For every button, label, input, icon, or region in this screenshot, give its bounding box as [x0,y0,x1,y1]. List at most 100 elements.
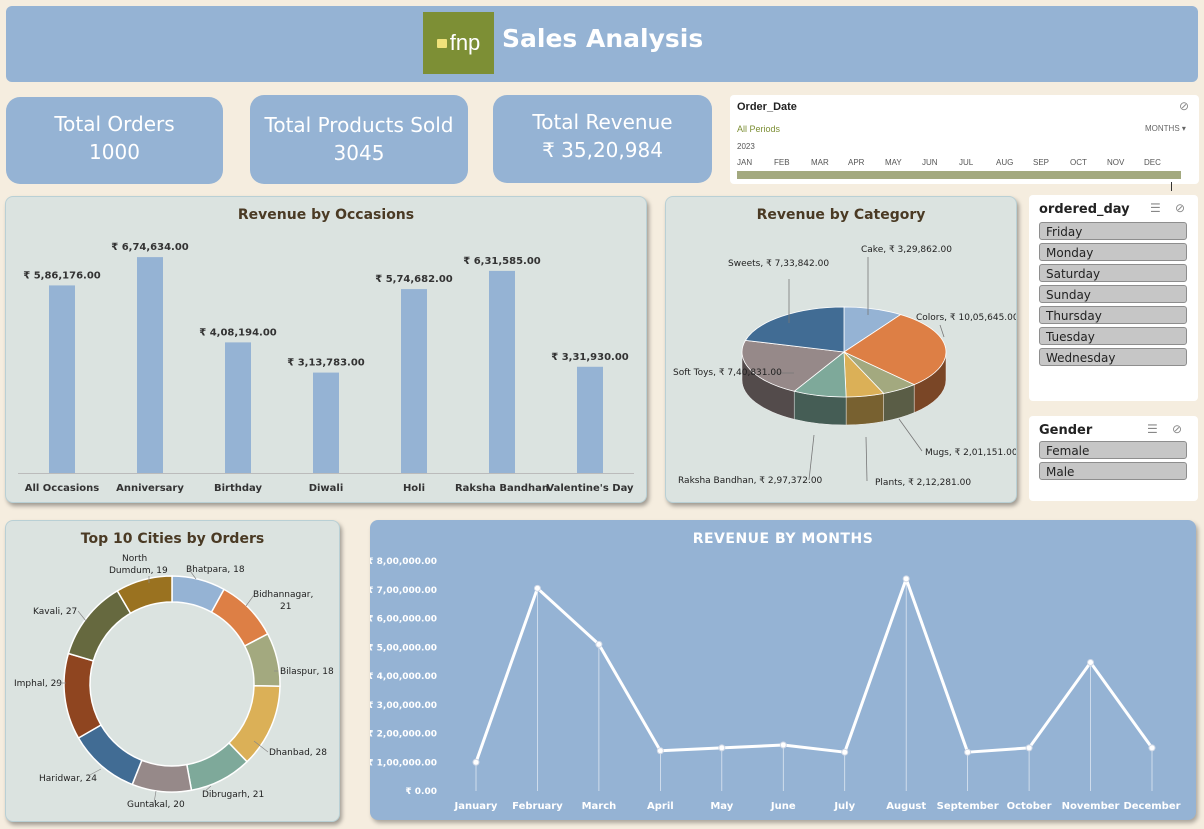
multi-select-icon[interactable]: ☰ [1147,422,1158,436]
timeline-month[interactable]: JUL [959,158,996,167]
data-label: ₹ 6,74,634.00 [111,242,189,253]
timeline-month[interactable]: APR [848,158,885,167]
data-label: Sweets, ₹ 7,33,842.00 [728,259,829,269]
data-point [595,640,603,648]
y-tick-label: ₹ 5,00,000.00 [370,643,437,653]
timeline-month[interactable]: OCT [1070,158,1107,167]
slicer-item-monday[interactable]: Monday [1039,243,1187,261]
timeline-month[interactable]: NOV [1107,158,1144,167]
data-point [1025,744,1033,752]
clear-filter-icon[interactable]: ⊘ [1172,422,1182,436]
category-chart-panel: Revenue by Category Cake, ₹ 3,29,862.00 C… [665,196,1017,503]
data-label: Kavali, 27 [33,607,77,617]
timeline-scroll-handle[interactable] [1171,182,1172,191]
data-label: Cake, ₹ 3,29,862.00 [861,245,952,255]
cities-donut-chart: Bhatpara, 18 Bidhannagar, 21 Bilaspur, 18 Dh… [14,554,334,810]
data-point [472,758,480,766]
data-label: North Dumdum, 19 [109,554,168,576]
clear-filter-icon[interactable]: ⊘ [1179,99,1189,113]
slicer-item-friday[interactable]: Friday [1039,222,1187,240]
timeline-months: JAN FEB MAR APR MAY JUN JUL AUG SEP OCT NOV DEC [737,158,1181,170]
kpi-label: Total Products Sold [264,113,454,137]
gift-icon [436,38,447,48]
slicer-item-saturday[interactable]: Saturday [1039,264,1187,282]
clear-filter-icon[interactable]: ⊘ [1175,201,1185,215]
slicer-title: Gender [1039,423,1093,438]
timeline-month[interactable]: FEB [774,158,811,167]
timeline-month[interactable]: MAR [811,158,848,167]
x-tick-label: November [1062,801,1120,812]
data-label: Guntakal, 20 [127,800,185,810]
multi-select-icon[interactable]: ☰ [1150,201,1161,215]
bar [401,289,427,473]
kpi-label: Total Orders [54,112,175,136]
x-tick-label: March [582,801,617,812]
order-date-timeline[interactable]: Order_Date ⊘ All Periods MONTHS ▾ 2023 J… [730,95,1199,191]
timeline-period: All Periods [737,124,781,134]
x-tick-label: February [512,801,563,812]
data-label: Colors, ₹ 10,05,645.00 [916,313,1016,323]
months-line-chart: ₹ 0.00 ₹ 1,00,000.00 ₹ 2,00,000.00 ₹ 3,00,0… [370,557,1181,812]
y-tick-label: ₹ 0.00 [405,787,437,797]
data-point [1148,744,1156,752]
timeline-month[interactable]: JAN [737,158,774,167]
slicer-item-tuesday[interactable]: Tuesday [1039,327,1187,345]
bar [577,366,603,473]
slicer-item-female[interactable]: Female [1039,441,1187,459]
leader-line [898,418,923,452]
data-label: Plants, ₹ 2,12,281.00 [875,478,971,488]
data-label: ₹ 6,31,585.00 [463,256,541,267]
leader-line [939,324,945,338]
fnp-logo: fnp [423,12,494,74]
kpi-total-orders: Total Orders 1000 [6,97,223,184]
slicer-item-sunday[interactable]: Sunday [1039,285,1187,303]
kpi-total-revenue: Total Revenue ₹ 35,20,984 [493,95,712,183]
data-label: Raksha Bandhan, ₹ 2,97,372.00 [678,476,823,486]
x-tick-label: Valentine's Day [546,483,634,494]
occasions-bar-chart: ₹ 5,86,176.00 All Occasions ₹ 6,74,634.00 A… [18,242,634,494]
timeline-level-dropdown[interactable]: MONTHS ▾ [1145,124,1186,133]
series-line [474,577,1154,763]
data-label: Dhanbad, 28 [269,748,327,758]
x-tick-label: September [937,801,999,812]
slicer-item-wednesday[interactable]: Wednesday [1039,348,1187,366]
data-label: Imphal, 29 [14,679,62,689]
ordered-day-slicer: ordered_day ☰ ⊘ Friday Monday Saturday Sund… [1029,195,1198,401]
kpi-value: 1000 [89,140,140,164]
kpi-total-products: Total Products Sold 3045 [250,95,468,184]
x-tick-label: April [647,801,674,812]
slicer-title: ordered_day [1039,202,1130,217]
timeline-bar[interactable] [737,171,1181,179]
timeline-month[interactable]: MAY [885,158,922,167]
slicer-item-thursday[interactable]: Thursday [1039,306,1187,324]
data-label: Bilaspur, 18 [280,667,334,677]
y-tick-label: ₹ 1,00,000.00 [370,758,437,768]
y-tick-label: ₹ 7,00,000.00 [370,586,437,596]
timeline-month[interactable]: JUN [922,158,959,167]
timeline-year: 2023 [737,142,755,151]
data-label: Soft Toys, ₹ 7,40,831.00 [673,368,782,378]
data-point [656,747,664,755]
x-tick-label: All Occasions [25,483,100,494]
x-tick-label: August [886,801,926,812]
x-tick-label: Diwali [309,483,344,494]
y-tick-label: ₹ 3,00,000.00 [370,701,437,711]
category-pie-chart: Cake, ₹ 3,29,862.00 Colors, ₹ 10,05,645.0… [673,245,1016,488]
x-tick-label: December [1123,801,1180,812]
timeline-month[interactable]: DEC [1144,158,1181,167]
data-label: ₹ 4,08,194.00 [199,327,277,338]
bar [313,372,339,473]
data-label: Bidhannagar, 21 [253,590,313,612]
bar [225,342,251,473]
donut-slice [63,652,103,740]
data-label: ₹ 3,31,930.00 [551,352,629,363]
timeline-month[interactable]: AUG [996,158,1033,167]
bar [137,257,163,473]
timeline-level: MONTHS [1145,124,1180,133]
leader-line [865,436,868,482]
kpi-value: ₹ 35,20,984 [542,138,663,162]
data-label: ₹ 5,86,176.00 [23,270,101,281]
timeline-month[interactable]: SEP [1033,158,1070,167]
x-tick-label: October [1007,801,1052,812]
slicer-item-male[interactable]: Male [1039,462,1187,480]
